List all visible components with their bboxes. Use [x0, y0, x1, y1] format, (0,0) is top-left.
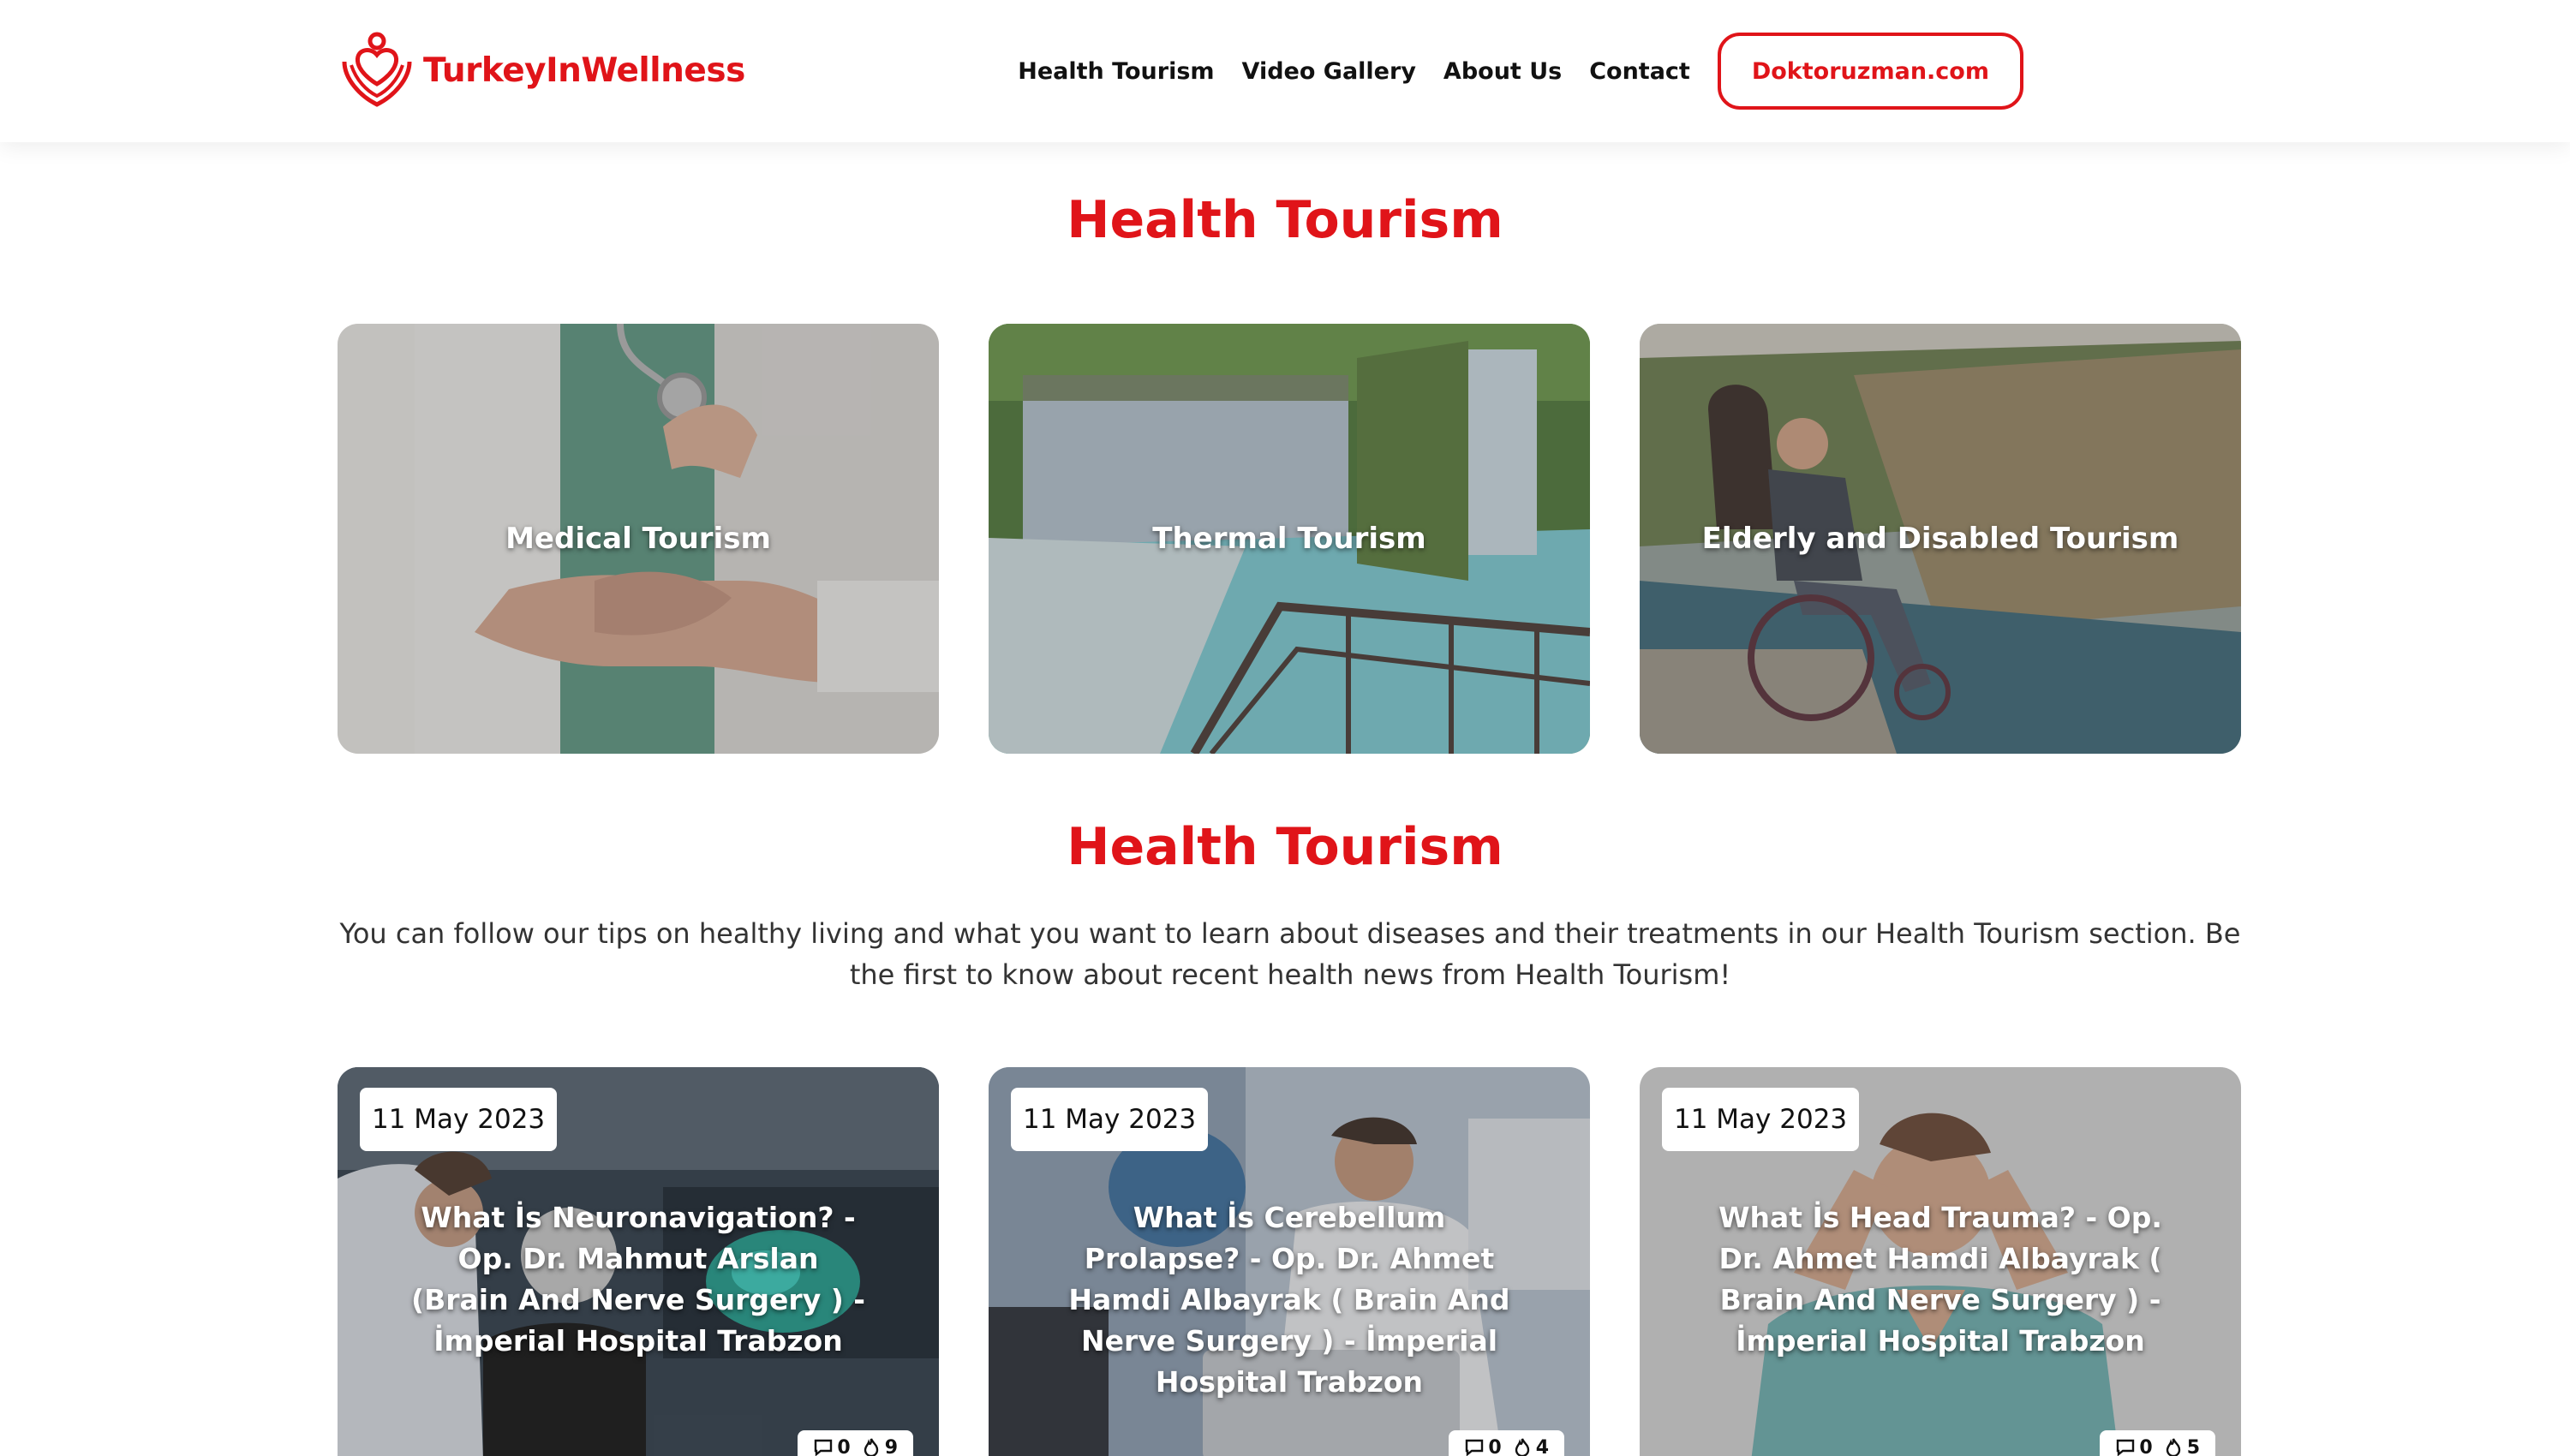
- flame-icon: [864, 1438, 878, 1456]
- post-stats: 0 4: [1449, 1430, 1564, 1456]
- category-label: Medical Tourism: [505, 522, 771, 556]
- category-card-thermal[interactable]: Thermal Tourism: [989, 324, 1590, 754]
- flame-icon: [1515, 1438, 1529, 1456]
- comment-icon: [2117, 1439, 2135, 1456]
- comment-count: 0: [2139, 1436, 2153, 1456]
- post-stats: 0 9: [798, 1430, 913, 1456]
- post-card[interactable]: 11 May 2023 What İs Neuronavigation? - O…: [338, 1067, 939, 1456]
- nav-contact[interactable]: Contact: [1589, 58, 1690, 85]
- post-card[interactable]: 11 May 2023 What İs Head Trauma? - Op. D…: [1640, 1067, 2241, 1456]
- main-nav: Health Tourism Video Gallery About Us Co…: [990, 33, 2023, 110]
- post-date: 11 May 2023: [360, 1088, 558, 1151]
- view-count: 4: [1535, 1436, 1549, 1456]
- category-card-medical[interactable]: Medical Tourism: [338, 324, 939, 754]
- view-count: 9: [884, 1436, 898, 1456]
- nav-health-tourism[interactable]: Health Tourism: [1018, 58, 1214, 85]
- category-label: Elderly and Disabled Tourism: [1701, 522, 2179, 556]
- doktoruzman-button[interactable]: Doktoruzman.com: [1717, 33, 2023, 110]
- nav-video-gallery[interactable]: Video Gallery: [1242, 58, 1416, 85]
- comment-count: 0: [837, 1436, 851, 1456]
- post-title[interactable]: What İs Cerebellum Prolapse? - Op. Dr. A…: [1057, 1197, 1521, 1403]
- category-label: Thermal Tourism: [1152, 522, 1426, 556]
- post-stats: 0 5: [2100, 1430, 2215, 1456]
- post-title[interactable]: What İs Head Trauma? - Op. Dr. Ahmet Ham…: [1708, 1197, 2173, 1362]
- site-header: TurkeyInWellness Health Tourism Video Ga…: [0, 0, 2570, 142]
- heart-hands-logo-icon: [342, 32, 412, 107]
- post-title[interactable]: What İs Neuronavigation? - Op. Dr. Mahmu…: [406, 1197, 870, 1362]
- section-intro: You can follow our tips on healthy livin…: [339, 917, 2241, 991]
- post-date: 11 May 2023: [1662, 1088, 1860, 1151]
- brand-name: TurkeyInWellness: [423, 51, 745, 90]
- comment-count: 0: [1488, 1436, 1502, 1456]
- category-card-elderly-disabled[interactable]: Elderly and Disabled Tourism: [1640, 324, 2241, 754]
- flame-icon: [2166, 1438, 2180, 1456]
- post-date: 11 May 2023: [1011, 1088, 1209, 1151]
- comment-icon: [1466, 1439, 1484, 1456]
- nav-about-us[interactable]: About Us: [1443, 58, 1562, 85]
- logo[interactable]: TurkeyInWellness: [338, 31, 745, 110]
- view-count: 5: [2186, 1436, 2200, 1456]
- categories-title: Health Tourism: [1067, 190, 1503, 250]
- post-card[interactable]: 11 May 2023 What İs Cerebellum Prolapse?…: [989, 1067, 1590, 1456]
- comment-icon: [815, 1439, 833, 1456]
- posts-title: Health Tourism: [1067, 817, 1503, 877]
